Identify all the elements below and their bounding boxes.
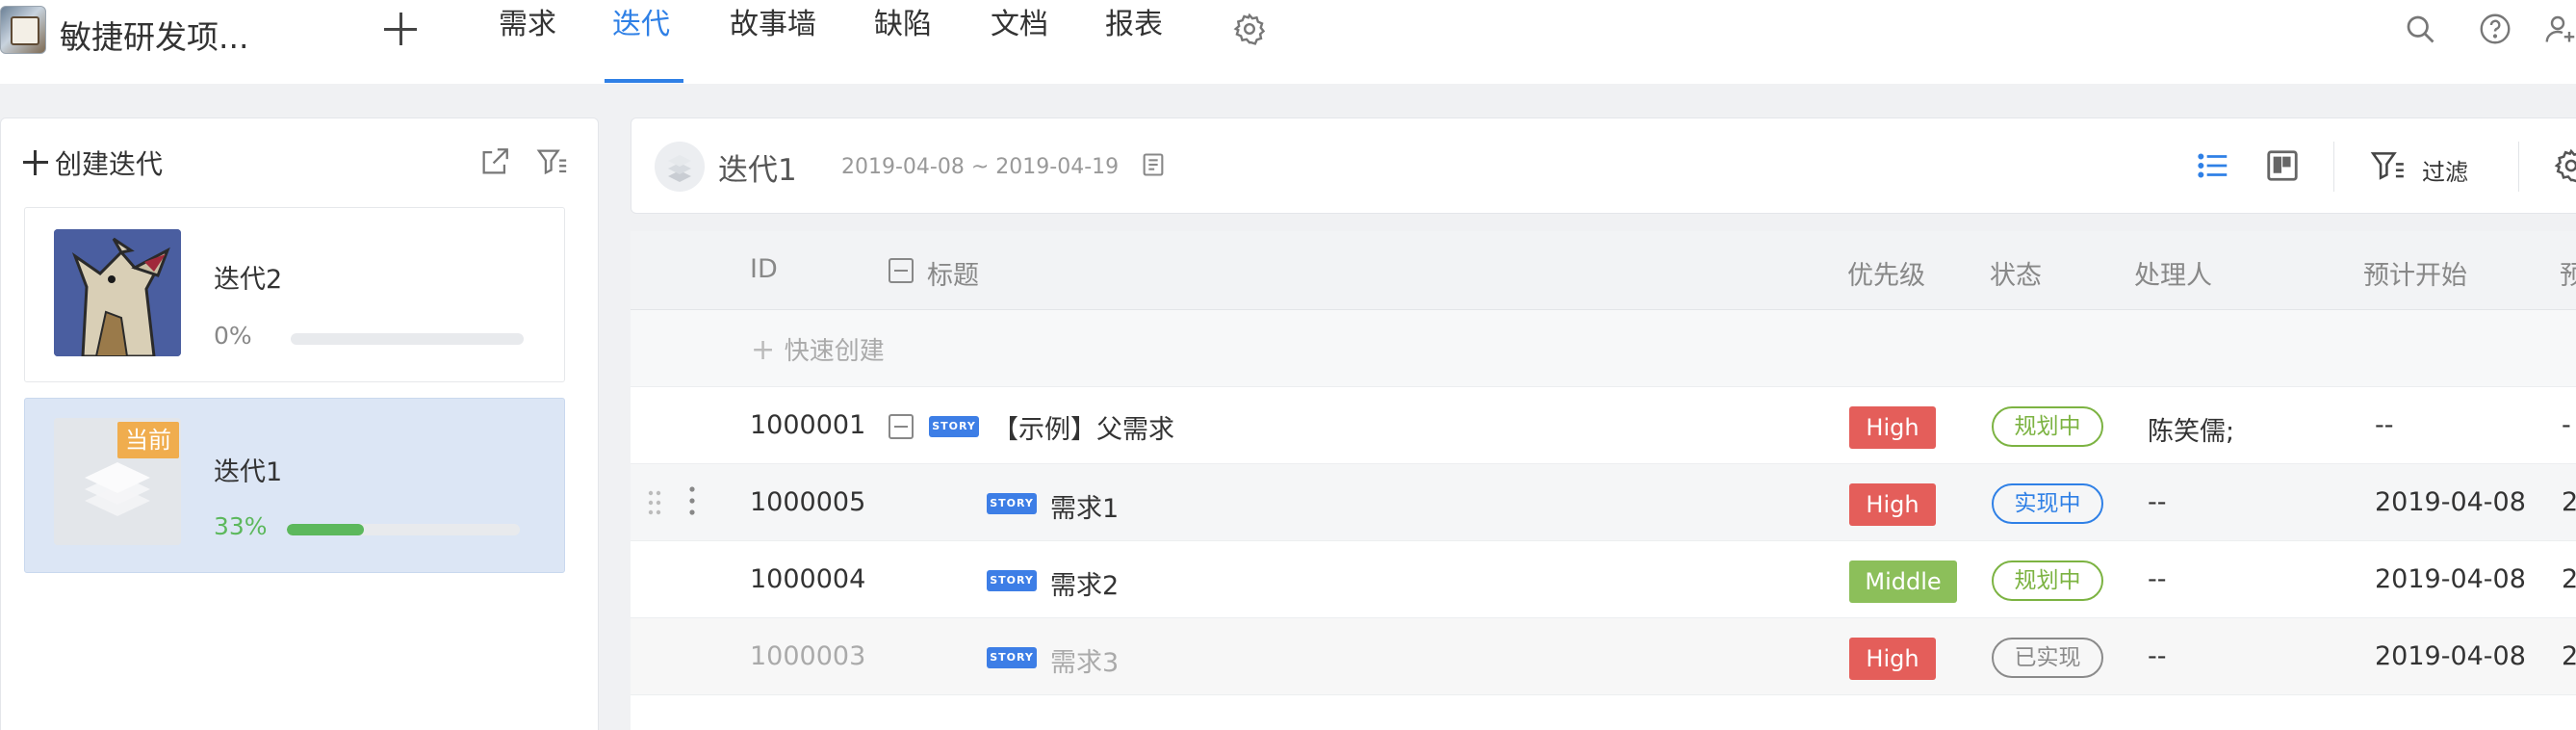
create-iteration-button[interactable]: 创建迭代: [22, 143, 163, 182]
tab-reports[interactable]: 报表: [1105, 6, 1163, 84]
column-planned-end[interactable]: 预: [2560, 254, 2576, 292]
add-button[interactable]: [381, 10, 420, 48]
status-badge[interactable]: 规划中: [1992, 406, 2103, 447]
table-row[interactable]: 1000004 STORY 需求2 Middle 规划中 -- 2019-04-…: [631, 541, 2576, 618]
layers-icon: [668, 155, 691, 182]
column-id[interactable]: ID: [750, 254, 778, 284]
iteration-title: 迭代2: [214, 265, 283, 295]
row-planned-end[interactable]: -: [2562, 410, 2571, 440]
search-icon[interactable]: [2403, 12, 2437, 46]
iteration-avatar: [54, 229, 181, 356]
tab-story-wall[interactable]: 故事墙: [730, 6, 816, 84]
table-row[interactable]: 1000001 STORY 【示例】父需求 High 规划中 陈笑儒; -- -: [631, 387, 2576, 464]
settings-gear-icon[interactable]: [1232, 12, 1267, 46]
project-logo[interactable]: [0, 6, 46, 54]
active-tab-indicator: [605, 79, 683, 83]
divider: [2333, 142, 2334, 192]
drag-handle-icon[interactable]: [646, 487, 663, 518]
current-badge: 当前: [117, 422, 179, 458]
iteration-card-1[interactable]: 当前 迭代1 33%: [24, 398, 565, 573]
board-view-icon[interactable]: [2264, 147, 2301, 184]
iteration-progress-bar: [291, 333, 524, 345]
status-badge[interactable]: 已实现: [1992, 638, 2103, 678]
row-title[interactable]: 需求2: [1050, 564, 1119, 602]
quick-create-row[interactable]: + 快速创建: [631, 310, 2576, 387]
row-planned-start[interactable]: 2019-04-08: [2375, 487, 2526, 517]
row-id: 1000001: [750, 410, 866, 440]
top-navigation: 敏捷研发项... 需求 迭代 故事墙 缺陷 文档 报表: [0, 0, 2576, 84]
sprint-detail-icon[interactable]: [1140, 151, 1167, 178]
sprint-dates: 2019-04-08 ~ 2019-04-19: [841, 155, 1120, 179]
priority-badge[interactable]: Middle: [1849, 561, 1957, 603]
filter-icon[interactable]: [2370, 147, 2407, 184]
row-planned-end[interactable]: 2: [2562, 641, 2576, 671]
iteration-sidebar: 创建迭代 迭代2 0% 当前 迭代1 33%: [0, 117, 599, 730]
quick-create-label: 快速创建: [784, 337, 885, 366]
progress-fill: [287, 524, 364, 535]
row-planned-start[interactable]: 2019-04-08: [2375, 641, 2526, 671]
collapse-icon[interactable]: [889, 414, 914, 439]
row-planned-end[interactable]: 2: [2562, 564, 2576, 594]
requirements-table: ID 标题 优先级 状态 处理人 预计开始 预 + 快速创建 1000001 S…: [631, 231, 2576, 730]
iteration-progress-bar: [287, 524, 520, 535]
list-view-icon[interactable]: [2195, 147, 2231, 184]
story-tag-icon: STORY: [987, 570, 1037, 591]
column-assignee[interactable]: 处理人: [2134, 254, 2212, 292]
tab-iterations[interactable]: 迭代: [612, 6, 670, 84]
plus-icon: [22, 149, 49, 176]
row-planned-end[interactable]: 2: [2562, 487, 2576, 517]
create-iteration-label: 创建迭代: [55, 148, 164, 180]
column-priority[interactable]: 优先级: [1847, 254, 1925, 292]
export-icon[interactable]: [478, 145, 511, 178]
row-title[interactable]: 需求1: [1050, 487, 1119, 525]
sprint-header: 迭代1 2019-04-08 ~ 2019-04-19 过滤: [631, 117, 2576, 214]
help-icon[interactable]: [2478, 12, 2512, 46]
priority-badge[interactable]: High: [1849, 406, 1936, 449]
status-badge[interactable]: 规划中: [1992, 561, 2103, 601]
row-assignee[interactable]: 陈笑儒;: [2148, 410, 2234, 448]
iteration-progress-text: 0%: [214, 322, 252, 350]
row-assignee[interactable]: --: [2148, 564, 2167, 594]
collapse-all-icon[interactable]: [889, 258, 914, 283]
row-title[interactable]: 需求3: [1050, 641, 1119, 679]
project-name[interactable]: 敏捷研发项...: [60, 12, 248, 58]
filter-icon[interactable]: [536, 145, 569, 178]
sprint-title: 迭代1: [718, 153, 797, 188]
iteration-progress-text: 33%: [214, 512, 268, 540]
row-assignee[interactable]: --: [2148, 487, 2167, 517]
filter-label[interactable]: 过滤: [2422, 153, 2468, 187]
divider: [2518, 142, 2519, 192]
row-id: 1000005: [750, 487, 866, 517]
status-badge[interactable]: 实现中: [1992, 483, 2103, 524]
story-tag-icon: STORY: [987, 493, 1037, 514]
tab-documents[interactable]: 文档: [991, 6, 1048, 84]
quick-create-button[interactable]: + 快速创建: [751, 331, 885, 367]
row-id: 1000003: [750, 641, 866, 671]
settings-gear-icon[interactable]: [2553, 147, 2576, 184]
more-options-icon[interactable]: [686, 483, 698, 518]
row-id: 1000004: [750, 564, 866, 594]
priority-badge[interactable]: High: [1849, 483, 1936, 526]
story-tag-icon: STORY: [929, 416, 979, 437]
column-planned-start[interactable]: 预计开始: [2363, 254, 2467, 292]
row-assignee[interactable]: --: [2148, 641, 2167, 671]
table-row[interactable]: 1000005 STORY 需求1 High 实现中 -- 2019-04-08…: [631, 464, 2576, 541]
tab-defects[interactable]: 缺陷: [874, 6, 932, 84]
sprint-logo: [655, 142, 705, 192]
row-planned-start[interactable]: 2019-04-08: [2375, 564, 2526, 594]
row-title[interactable]: 【示例】父需求: [992, 408, 1174, 446]
add-member-icon[interactable]: [2543, 12, 2576, 46]
tab-requirements[interactable]: 需求: [499, 6, 556, 84]
story-tag-icon: STORY: [987, 647, 1037, 668]
row-planned-start[interactable]: --: [2375, 410, 2394, 440]
table-row[interactable]: 1000003 STORY 需求3 High 已实现 -- 2019-04-08…: [631, 618, 2576, 695]
wolf-image-icon: [54, 229, 181, 356]
column-title[interactable]: 标题: [927, 254, 979, 292]
priority-badge[interactable]: High: [1849, 638, 1936, 680]
iteration-title: 迭代1: [214, 457, 283, 487]
table-header: ID 标题 优先级 状态 处理人 预计开始 预: [631, 231, 2576, 310]
iteration-card-2[interactable]: 迭代2 0%: [24, 207, 565, 382]
plus-icon: +: [751, 333, 785, 367]
column-status[interactable]: 状态: [1990, 254, 2042, 292]
